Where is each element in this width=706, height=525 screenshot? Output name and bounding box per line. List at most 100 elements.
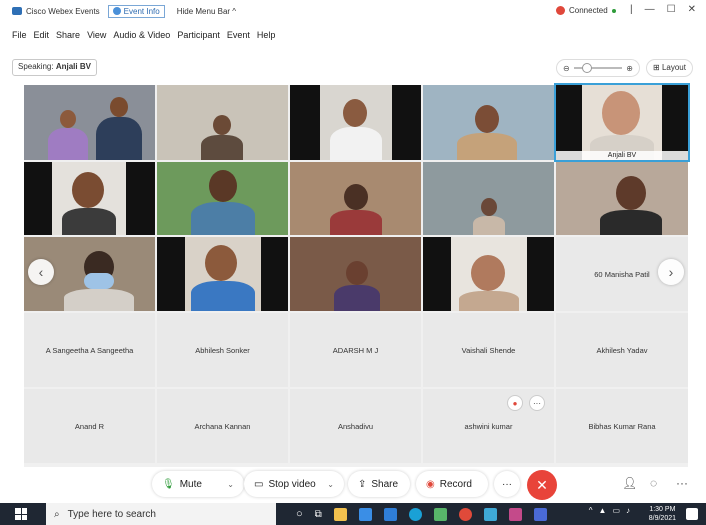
video-tile[interactable]	[290, 237, 421, 311]
share-button[interactable]: ⇪ Share	[348, 471, 410, 497]
connection-icon	[556, 6, 565, 15]
meeting-controls: 🎙︎ Mute ⌄ ▭ Stop video ⌄ ⇪ Share ◉ Recor…	[0, 470, 706, 500]
chrome-icon[interactable]	[458, 507, 472, 521]
zoom-track[interactable]	[573, 63, 623, 73]
video-tile[interactable]	[157, 237, 288, 311]
speaking-label: Speaking:	[18, 62, 54, 71]
participant-video	[290, 237, 421, 311]
maximize-button[interactable]: ☐	[667, 4, 676, 15]
participant-video	[290, 162, 421, 235]
taskbar-apps: ○ ⧉	[296, 507, 547, 521]
name-tile[interactable]: Anshadivu	[290, 389, 421, 463]
minimize-button[interactable]: —	[645, 4, 655, 15]
name-tile[interactable]: Vaishali Shende	[423, 313, 554, 387]
zoom-knob[interactable]	[581, 63, 592, 73]
more-panels-icon[interactable]: ···	[676, 476, 688, 490]
chevron-down-icon[interactable]: ⌄	[227, 480, 234, 489]
explorer-icon[interactable]	[333, 507, 347, 521]
video-tile[interactable]	[423, 237, 554, 311]
stop-video-button[interactable]: ▭ Stop video ⌄	[244, 471, 344, 497]
connection-status[interactable]: Connected	[556, 6, 616, 15]
app-icon[interactable]	[533, 507, 547, 521]
menu-view[interactable]: View	[87, 30, 106, 44]
name-tile[interactable]: A Sangeetha A Sangeetha	[24, 313, 155, 387]
menu-participant[interactable]: Participant	[177, 30, 220, 44]
event-info-button[interactable]: Event Info	[107, 4, 165, 18]
video-tile[interactable]	[423, 162, 554, 235]
task-view-icon[interactable]: ⧉	[315, 509, 322, 520]
name-tile[interactable]: Akhilesh Yadav	[556, 313, 688, 387]
stop-video-label: Stop video	[268, 478, 316, 490]
cortana-icon[interactable]: ○	[296, 508, 303, 520]
webex-logo-icon	[12, 7, 22, 15]
video-tile[interactable]	[423, 85, 554, 160]
participant-name: A Sangeetha A Sangeetha	[45, 345, 134, 355]
name-tile[interactable]: Bibhas Kumar Rana	[556, 389, 688, 463]
status-dot-icon	[611, 8, 616, 13]
windows-start-icon[interactable]	[12, 505, 30, 523]
leave-meeting-button[interactable]: ✕	[527, 470, 557, 500]
more-options-button[interactable]: ···	[494, 471, 520, 497]
name-tile[interactable]: Archana Kannan	[157, 389, 288, 463]
zoom-slider[interactable]: ⊖ ⊕	[556, 59, 640, 77]
hide-menu-bar-button[interactable]: Hide Menu Bar ^	[177, 7, 236, 16]
edge-icon[interactable]	[408, 507, 422, 521]
participant-name: 60 Manisha Patil	[594, 269, 650, 279]
taskbar-search[interactable]: ⌕ Type here to search	[46, 503, 276, 525]
photos-icon[interactable]	[433, 507, 447, 521]
event-info-label: Event Info	[123, 6, 160, 16]
previous-page-arrow[interactable]: ‹	[28, 259, 54, 285]
menu-help[interactable]: Help	[257, 30, 276, 44]
close-button[interactable]: ✕	[688, 4, 696, 15]
webex-taskbar-icon[interactable]	[483, 507, 497, 521]
video-tile[interactable]	[290, 85, 421, 160]
mute-label: Mute	[179, 478, 202, 490]
participant-name: Abhilesh Sonker	[195, 345, 250, 355]
volume-icon[interactable]: ♪	[626, 506, 630, 515]
camera-icon: ▭	[254, 478, 264, 490]
app-icon[interactable]	[508, 507, 522, 521]
mute-button[interactable]: 🎙︎ Mute ⌄	[152, 471, 244, 497]
video-tile[interactable]	[556, 162, 688, 235]
battery-icon[interactable]: ▭	[612, 506, 620, 515]
connection-label: Connected	[569, 6, 608, 15]
name-tile[interactable]: ashwini kumar ● ···	[423, 389, 554, 463]
network-icon[interactable]: ▲	[599, 506, 607, 515]
name-tile[interactable]: Anand R	[24, 389, 155, 463]
next-page-arrow[interactable]: ›	[658, 259, 684, 285]
participant-video	[451, 237, 527, 311]
mute-participant-button[interactable]: ●	[507, 395, 523, 411]
participant-video	[556, 162, 688, 235]
chat-icon[interactable]: ◌	[650, 476, 657, 490]
taskbar-clock[interactable]: 1:30 PM 8/9/2021	[649, 505, 676, 523]
chevron-down-icon[interactable]: ⌄	[327, 480, 334, 489]
video-tile[interactable]	[24, 85, 155, 160]
chevron-up-icon[interactable]: ^	[589, 506, 593, 515]
participant-video	[423, 162, 554, 235]
name-tile[interactable]: ADARSH M J	[290, 313, 421, 387]
video-tile[interactable]	[157, 162, 288, 235]
store-icon[interactable]	[358, 507, 372, 521]
name-tile[interactable]: Abhilesh Sonker	[157, 313, 288, 387]
menu-audio-video[interactable]: Audio & Video	[113, 30, 170, 44]
speaker-name: Anjali BV	[55, 62, 91, 71]
layout-label: Layout	[661, 63, 686, 72]
menu-edit[interactable]: Edit	[34, 30, 50, 44]
video-tile[interactable]	[290, 162, 421, 235]
mail-icon[interactable]	[383, 507, 397, 521]
video-tile-active-speaker[interactable]: Anjali BV	[554, 83, 690, 162]
menu-share[interactable]: Share	[56, 30, 80, 44]
video-tile[interactable]	[157, 85, 288, 160]
notification-icon[interactable]	[686, 508, 698, 520]
zoom-out-icon[interactable]: ⊖	[563, 64, 570, 73]
record-button[interactable]: ◉ Record	[416, 471, 488, 497]
menu-file[interactable]: File	[12, 30, 27, 44]
menu-event[interactable]: Event	[227, 30, 250, 44]
video-tile[interactable]	[24, 162, 155, 235]
zoom-in-icon[interactable]: ⊕	[626, 64, 633, 73]
layout-button[interactable]: ⊞ Layout	[646, 59, 693, 77]
participants-icon[interactable]: 👤︎	[622, 476, 637, 490]
participant-name: Vaishali Shende	[461, 345, 516, 355]
app-title: Cisco Webex Events	[26, 6, 100, 16]
participant-more-button[interactable]: ···	[529, 395, 545, 411]
